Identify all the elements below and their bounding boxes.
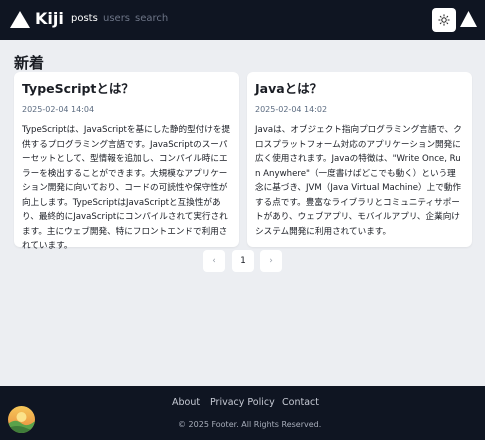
copyright-text: © 2025 Footer. All Rights Reserved. — [178, 420, 322, 429]
footer: About Privacy Policy Contact © 2025 Foot… — [0, 386, 485, 440]
post-excerpt: Javaは、オブジェクト指向プログラミング言語で、クロスプラットフォーム対応のア… — [255, 125, 462, 237]
brand-name[interactable]: Kiji — [35, 9, 64, 28]
post-title[interactable]: TypeScriptとは？ — [22, 81, 231, 97]
next-page-button[interactable]: › — [260, 250, 282, 272]
nav-link-users[interactable]: users — [103, 13, 130, 24]
footer-link-privacy[interactable]: Privacy Policy — [210, 397, 275, 408]
nav-link-search[interactable]: search — [135, 13, 168, 24]
post-title[interactable]: Javaとは？ — [255, 81, 464, 97]
triangle-logo-icon[interactable] — [10, 11, 30, 28]
post-excerpt: TypeScriptは、JavaScriptを基にした静的型付けを提供するプログ… — [22, 125, 231, 251]
footer-link-about[interactable]: About — [172, 397, 200, 408]
section-title: 新着 — [14, 54, 45, 72]
sun-icon — [438, 14, 450, 26]
triangle-icon[interactable] — [460, 11, 477, 27]
post-card[interactable]: TypeScriptとは？ 2025-02-04 14:04 TypeScrip… — [14, 72, 239, 251]
footer-links: About Privacy Policy Contact — [0, 397, 485, 411]
post-date: 2025-02-04 14:02 — [255, 105, 328, 114]
post-date: 2025-02-04 14:04 — [22, 105, 95, 114]
pagination: ‹ 1 › — [0, 250, 485, 272]
avatar-image — [8, 406, 35, 433]
footer-link-contact[interactable]: Contact — [282, 397, 319, 408]
navbar: Kiji posts users search — [0, 0, 485, 40]
prev-page-button[interactable]: ‹ — [203, 250, 225, 272]
theme-toggle-button[interactable] — [432, 8, 456, 32]
nav-link-posts[interactable]: posts — [71, 13, 98, 24]
current-page-button[interactable]: 1 — [232, 250, 254, 272]
post-card[interactable]: Javaとは？ 2025-02-04 14:02 Javaは、オブジェクト指向プ… — [247, 72, 472, 247]
avatar[interactable] — [8, 406, 35, 433]
